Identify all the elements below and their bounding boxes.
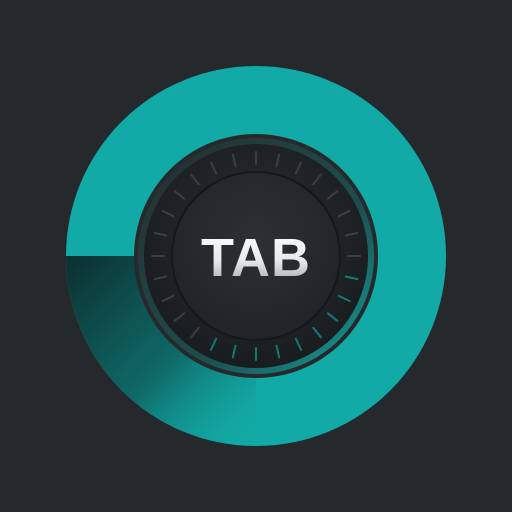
app-icon-canvas: TAB (0, 0, 512, 512)
tab-label: TAB (201, 228, 311, 288)
tab-dial-icon: TAB (66, 66, 446, 446)
